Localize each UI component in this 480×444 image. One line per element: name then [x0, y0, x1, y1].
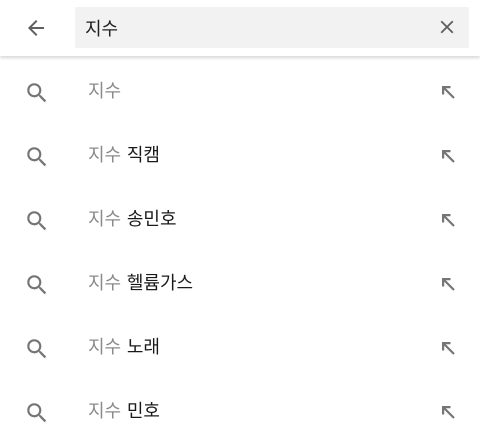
suggestion-query-part: 지수 [88, 145, 122, 166]
fill-query-button[interactable] [432, 268, 464, 300]
close-icon [440, 20, 454, 34]
suggestion-item[interactable]: 지수 송민호 [0, 188, 480, 252]
suggestion-completion: 직캠 [121, 145, 160, 166]
search-field-container [75, 7, 469, 48]
search-icon [27, 147, 47, 167]
suggestion-query-part: 지수 [88, 81, 122, 102]
search-toolbar [0, 0, 480, 56]
suggestion-label: 지수 헬륨가스 [88, 252, 193, 316]
suggestion-label: 지수 [88, 60, 121, 124]
arrow-up-left-icon [442, 150, 455, 163]
search-icon [27, 275, 47, 295]
search-input[interactable] [75, 7, 415, 48]
suggestion-item[interactable]: 지수 민호 [0, 380, 480, 444]
fill-query-button[interactable] [432, 204, 464, 236]
search-icon [27, 403, 47, 423]
arrow-up-left-icon [442, 406, 455, 419]
clear-button[interactable] [435, 15, 459, 39]
fill-query-button[interactable] [432, 396, 464, 428]
fill-query-button[interactable] [432, 332, 464, 364]
arrow-left-icon [28, 20, 44, 36]
suggestion-query-part: 지수 [88, 401, 122, 422]
arrow-up-left-icon [442, 342, 455, 355]
fill-query-button[interactable] [432, 76, 464, 108]
suggestion-item[interactable]: 지수 헬륨가스 [0, 252, 480, 316]
arrow-up-left-icon [442, 278, 455, 291]
arrow-up-left-icon [442, 214, 455, 227]
suggestion-label: 지수 노래 [88, 316, 160, 380]
suggestion-completion: 민호 [121, 401, 160, 422]
suggestion-label: 지수 민호 [88, 380, 160, 444]
suggestion-item[interactable]: 지수 노래 [0, 316, 480, 380]
suggestion-completion: 노래 [121, 337, 160, 358]
search-icon [27, 83, 47, 103]
suggestion-item[interactable]: 지수 [0, 60, 480, 124]
suggestion-completion: 헬륨가스 [121, 273, 194, 294]
suggestion-label: 지수 송민호 [88, 188, 177, 252]
suggestion-label: 지수 직캠 [88, 124, 160, 188]
suggestion-item[interactable]: 지수 직캠 [0, 124, 480, 188]
suggestion-query-part: 지수 [88, 337, 122, 358]
back-button[interactable] [16, 8, 56, 48]
search-icon [27, 211, 47, 231]
fill-query-button[interactable] [432, 140, 464, 172]
suggestion-completion: 송민호 [121, 209, 177, 230]
suggestion-list: 지수 지수 직캠 지수 송민호 지수 헬륨가스 지수 노래 지수 민호 [0, 60, 480, 444]
arrow-up-left-icon [442, 86, 455, 99]
suggestion-query-part: 지수 [88, 273, 122, 294]
suggestion-query-part: 지수 [88, 209, 122, 230]
search-icon [27, 339, 47, 359]
